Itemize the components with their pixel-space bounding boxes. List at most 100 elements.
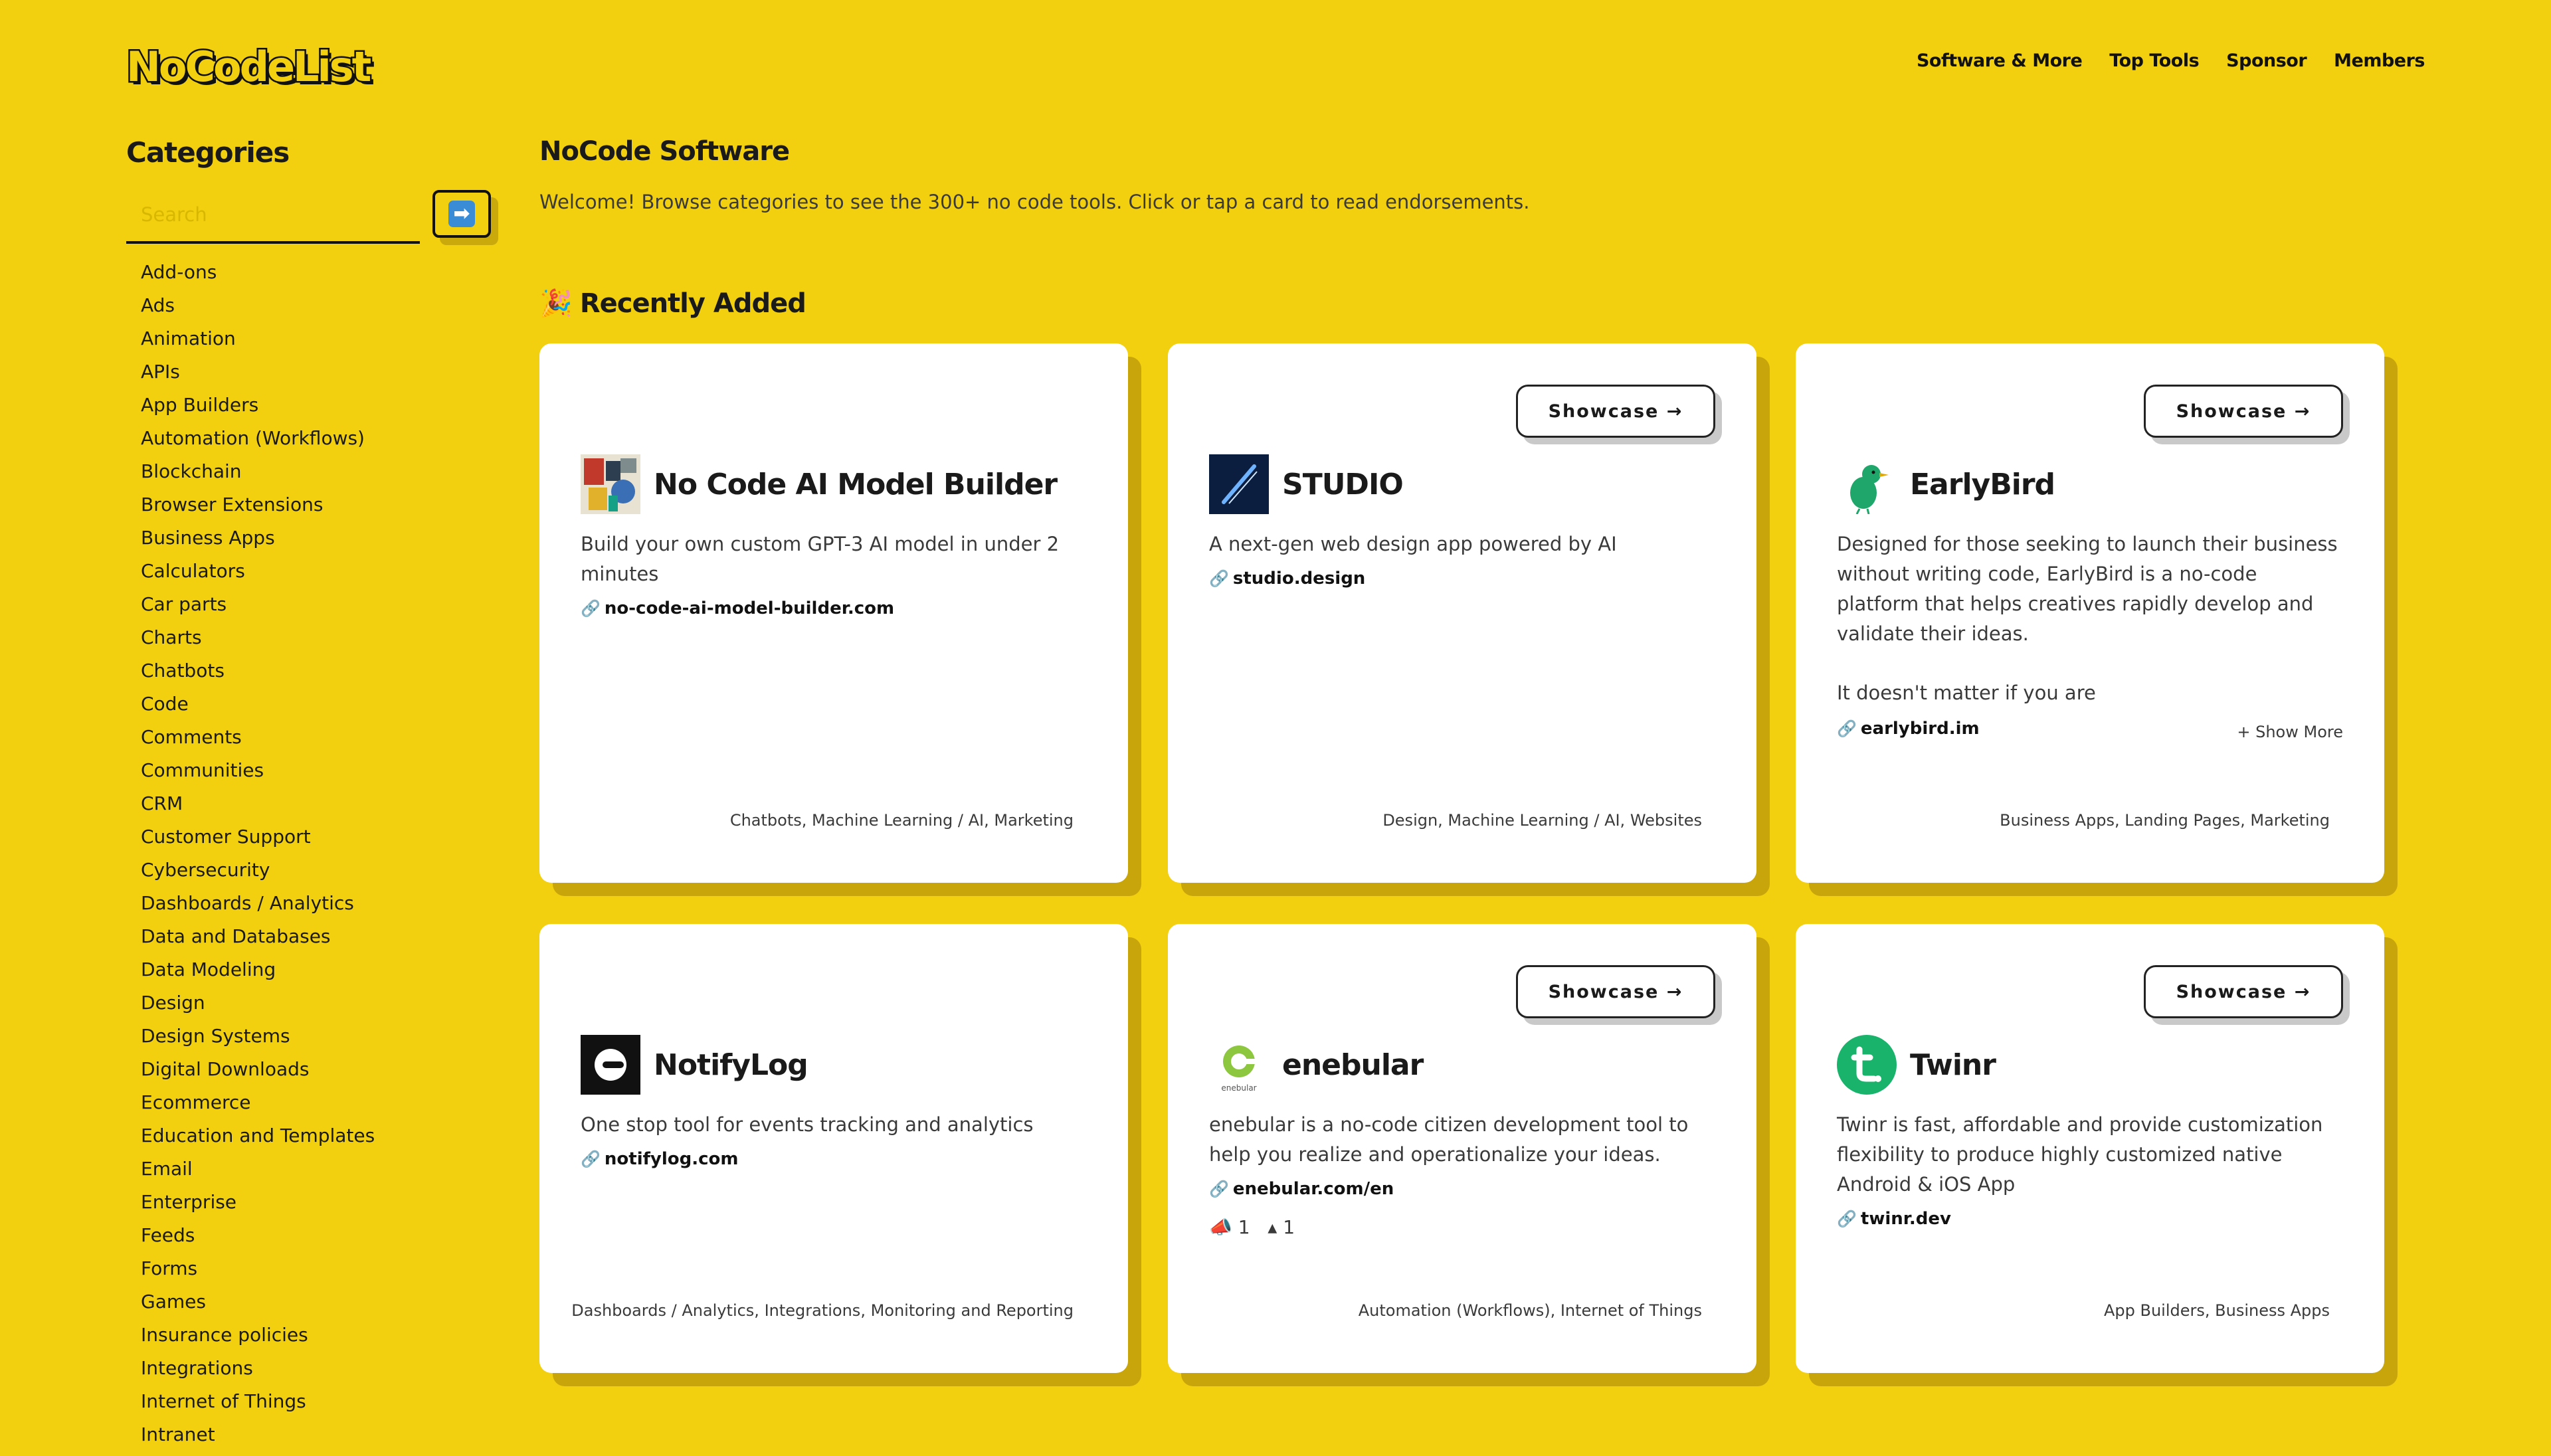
tool-card[interactable]: NotifyLog One stop tool for events tracki… bbox=[539, 924, 1128, 1373]
category-item[interactable]: Digital Downloads bbox=[141, 1057, 375, 1091]
bird-logo-icon bbox=[1837, 454, 1897, 515]
abstract-art-logo-icon bbox=[581, 454, 640, 514]
category-item[interactable]: Animation bbox=[141, 327, 375, 360]
category-item[interactable]: Data and Databases bbox=[141, 925, 375, 958]
right-arrow-icon: ➡ bbox=[448, 201, 475, 227]
category-item[interactable]: Browser Extensions bbox=[141, 493, 375, 526]
card-website-text[interactable]: studio.design bbox=[1233, 569, 1365, 589]
card-website-text[interactable]: enebular.com/en bbox=[1233, 1179, 1394, 1199]
card-header: Twinr bbox=[1837, 1035, 1996, 1095]
showcase-button[interactable]: Showcase → bbox=[2144, 385, 2343, 438]
card-website-text[interactable]: notifylog.com bbox=[605, 1149, 739, 1169]
category-item[interactable]: App Builders bbox=[141, 393, 375, 426]
card-header: NotifyLog bbox=[581, 1035, 808, 1095]
category-item[interactable]: Ecommerce bbox=[141, 1091, 375, 1124]
studio-logo-icon bbox=[1209, 454, 1269, 514]
card-website-link[interactable]: 🔗 no-code-ai-model-builder.com bbox=[581, 598, 894, 618]
category-item[interactable]: Design Systems bbox=[141, 1024, 375, 1057]
card-title: Twinr bbox=[1910, 1047, 1996, 1082]
category-item[interactable]: Data Modeling bbox=[141, 958, 375, 991]
category-item[interactable]: APIs bbox=[141, 360, 375, 393]
recently-added-heading: 🎉 Recently Added bbox=[539, 288, 806, 319]
category-item[interactable]: Email bbox=[141, 1157, 375, 1190]
search-submit-button[interactable]: ➡ bbox=[432, 190, 491, 238]
category-item[interactable]: Calculators bbox=[141, 559, 375, 592]
card-header: No Code AI Model Builder bbox=[581, 454, 1058, 514]
card-website-link[interactable]: 🔗 twinr.dev bbox=[1837, 1209, 1951, 1229]
category-item[interactable]: Dashboards / Analytics bbox=[141, 891, 375, 925]
recently-added-label: Recently Added bbox=[579, 288, 806, 319]
showcase-button[interactable]: Showcase → bbox=[2144, 965, 2343, 1018]
category-item[interactable]: Ads bbox=[141, 294, 375, 327]
category-item[interactable]: Blockchain bbox=[141, 460, 375, 493]
category-item[interactable]: Chatbots bbox=[141, 659, 375, 692]
card-title: No Code AI Model Builder bbox=[654, 467, 1058, 501]
category-item[interactable]: Comments bbox=[141, 725, 375, 759]
top-nav: Software & More Top Tools Sponsor Member… bbox=[1917, 50, 2425, 71]
card-description: A next-gen web design app powered by AI bbox=[1209, 533, 1617, 555]
category-item[interactable]: Automation (Workflows) bbox=[141, 426, 375, 460]
card-header: enebular enebular bbox=[1209, 1035, 1424, 1095]
category-item[interactable]: Business Apps bbox=[141, 526, 375, 559]
category-item[interactable]: Car parts bbox=[141, 592, 375, 626]
card-title: enebular bbox=[1282, 1047, 1424, 1082]
category-item[interactable]: Intranet bbox=[141, 1423, 375, 1456]
site-logo[interactable]: NoCodeList bbox=[124, 41, 373, 93]
tool-card[interactable]: Showcase → Twinr Twinr is fast, affordable… bbox=[1796, 924, 2384, 1373]
showcase-button[interactable]: Showcase → bbox=[1516, 965, 1715, 1018]
category-item[interactable]: Education and Templates bbox=[141, 1124, 375, 1157]
page-subtitle: Welcome! Browse categories to see the 30… bbox=[539, 191, 1530, 213]
card-website-text[interactable]: no-code-ai-model-builder.com bbox=[605, 598, 894, 618]
card-website-link[interactable]: 🔗 studio.design bbox=[1209, 569, 1365, 589]
card-description: One stop tool for events tracking and an… bbox=[581, 1113, 1034, 1136]
enebular-logo-icon: enebular bbox=[1209, 1035, 1269, 1095]
card-title: EarlyBird bbox=[1910, 467, 2055, 501]
category-item[interactable]: Games bbox=[141, 1290, 375, 1323]
svg-text:enebular: enebular bbox=[1221, 1083, 1256, 1093]
tool-card[interactable]: Showcase → enebular enebular enebular is a … bbox=[1168, 924, 1756, 1373]
category-item[interactable]: Integrations bbox=[141, 1356, 375, 1390]
nav-members[interactable]: Members bbox=[2334, 50, 2425, 71]
show-more-link[interactable]: + Show More bbox=[2237, 723, 2343, 741]
card-tags: App Builders, Business Apps bbox=[2103, 1301, 2330, 1320]
category-list: Add-ons Ads Animation APIs App Builders Autom… bbox=[141, 260, 375, 1456]
category-item[interactable]: Charts bbox=[141, 626, 375, 659]
category-item[interactable]: Forms bbox=[141, 1257, 375, 1290]
card-header: EarlyBird bbox=[1837, 454, 2055, 515]
showcase-button[interactable]: Showcase → bbox=[1516, 385, 1715, 438]
category-item[interactable]: Communities bbox=[141, 759, 375, 792]
category-item[interactable]: Design bbox=[141, 991, 375, 1024]
notifylog-logo-icon bbox=[581, 1035, 640, 1095]
link-icon: 🔗 bbox=[1209, 1180, 1229, 1198]
megaphone-reaction[interactable]: 📣 1 bbox=[1209, 1216, 1250, 1238]
search-field-wrapper bbox=[126, 188, 420, 244]
category-search-input[interactable] bbox=[126, 188, 420, 241]
tool-card[interactable]: Showcase → STUDIO A next-gen web design ap… bbox=[1168, 343, 1756, 883]
card-website-text[interactable]: earlybird.im bbox=[1861, 719, 1980, 739]
link-icon: 🔗 bbox=[1837, 1210, 1857, 1228]
tool-card[interactable]: No Code AI Model Builder Build your own c… bbox=[539, 343, 1128, 883]
card-reactions: 📣 1 ▴ 1 bbox=[1209, 1216, 1295, 1238]
category-item[interactable]: Customer Support bbox=[141, 825, 375, 858]
category-item[interactable]: Internet of Things bbox=[141, 1390, 375, 1423]
category-item[interactable]: Cybersecurity bbox=[141, 858, 375, 891]
tool-card[interactable]: Showcase → EarlyBird Designed for those se… bbox=[1796, 343, 2384, 883]
page-title: NoCode Software bbox=[539, 136, 790, 167]
card-website-text[interactable]: twinr.dev bbox=[1861, 1209, 1951, 1229]
card-description: Twinr is fast, affordable and provide cu… bbox=[1837, 1113, 2323, 1196]
card-tags: Design, Machine Learning / AI, Websites bbox=[1382, 811, 1702, 830]
category-item[interactable]: Feeds bbox=[141, 1224, 375, 1257]
nav-software-more[interactable]: Software & More bbox=[1917, 50, 2083, 71]
nav-sponsor[interactable]: Sponsor bbox=[2226, 50, 2307, 71]
card-website-link[interactable]: 🔗 notifylog.com bbox=[581, 1149, 739, 1169]
category-item[interactable]: Code bbox=[141, 692, 375, 725]
card-website-link[interactable]: 🔗 enebular.com/en bbox=[1209, 1179, 1394, 1199]
category-item[interactable]: Insurance policies bbox=[141, 1323, 375, 1356]
category-item[interactable]: Enterprise bbox=[141, 1190, 375, 1224]
category-item[interactable]: CRM bbox=[141, 792, 375, 825]
upvote-reaction[interactable]: ▴ 1 bbox=[1268, 1216, 1295, 1238]
category-item[interactable]: Add-ons bbox=[141, 260, 375, 294]
nav-top-tools[interactable]: Top Tools bbox=[2109, 50, 2199, 71]
card-website-link[interactable]: 🔗 earlybird.im bbox=[1837, 719, 1980, 739]
card-tags: Chatbots, Machine Learning / AI, Marketi… bbox=[729, 811, 1074, 830]
